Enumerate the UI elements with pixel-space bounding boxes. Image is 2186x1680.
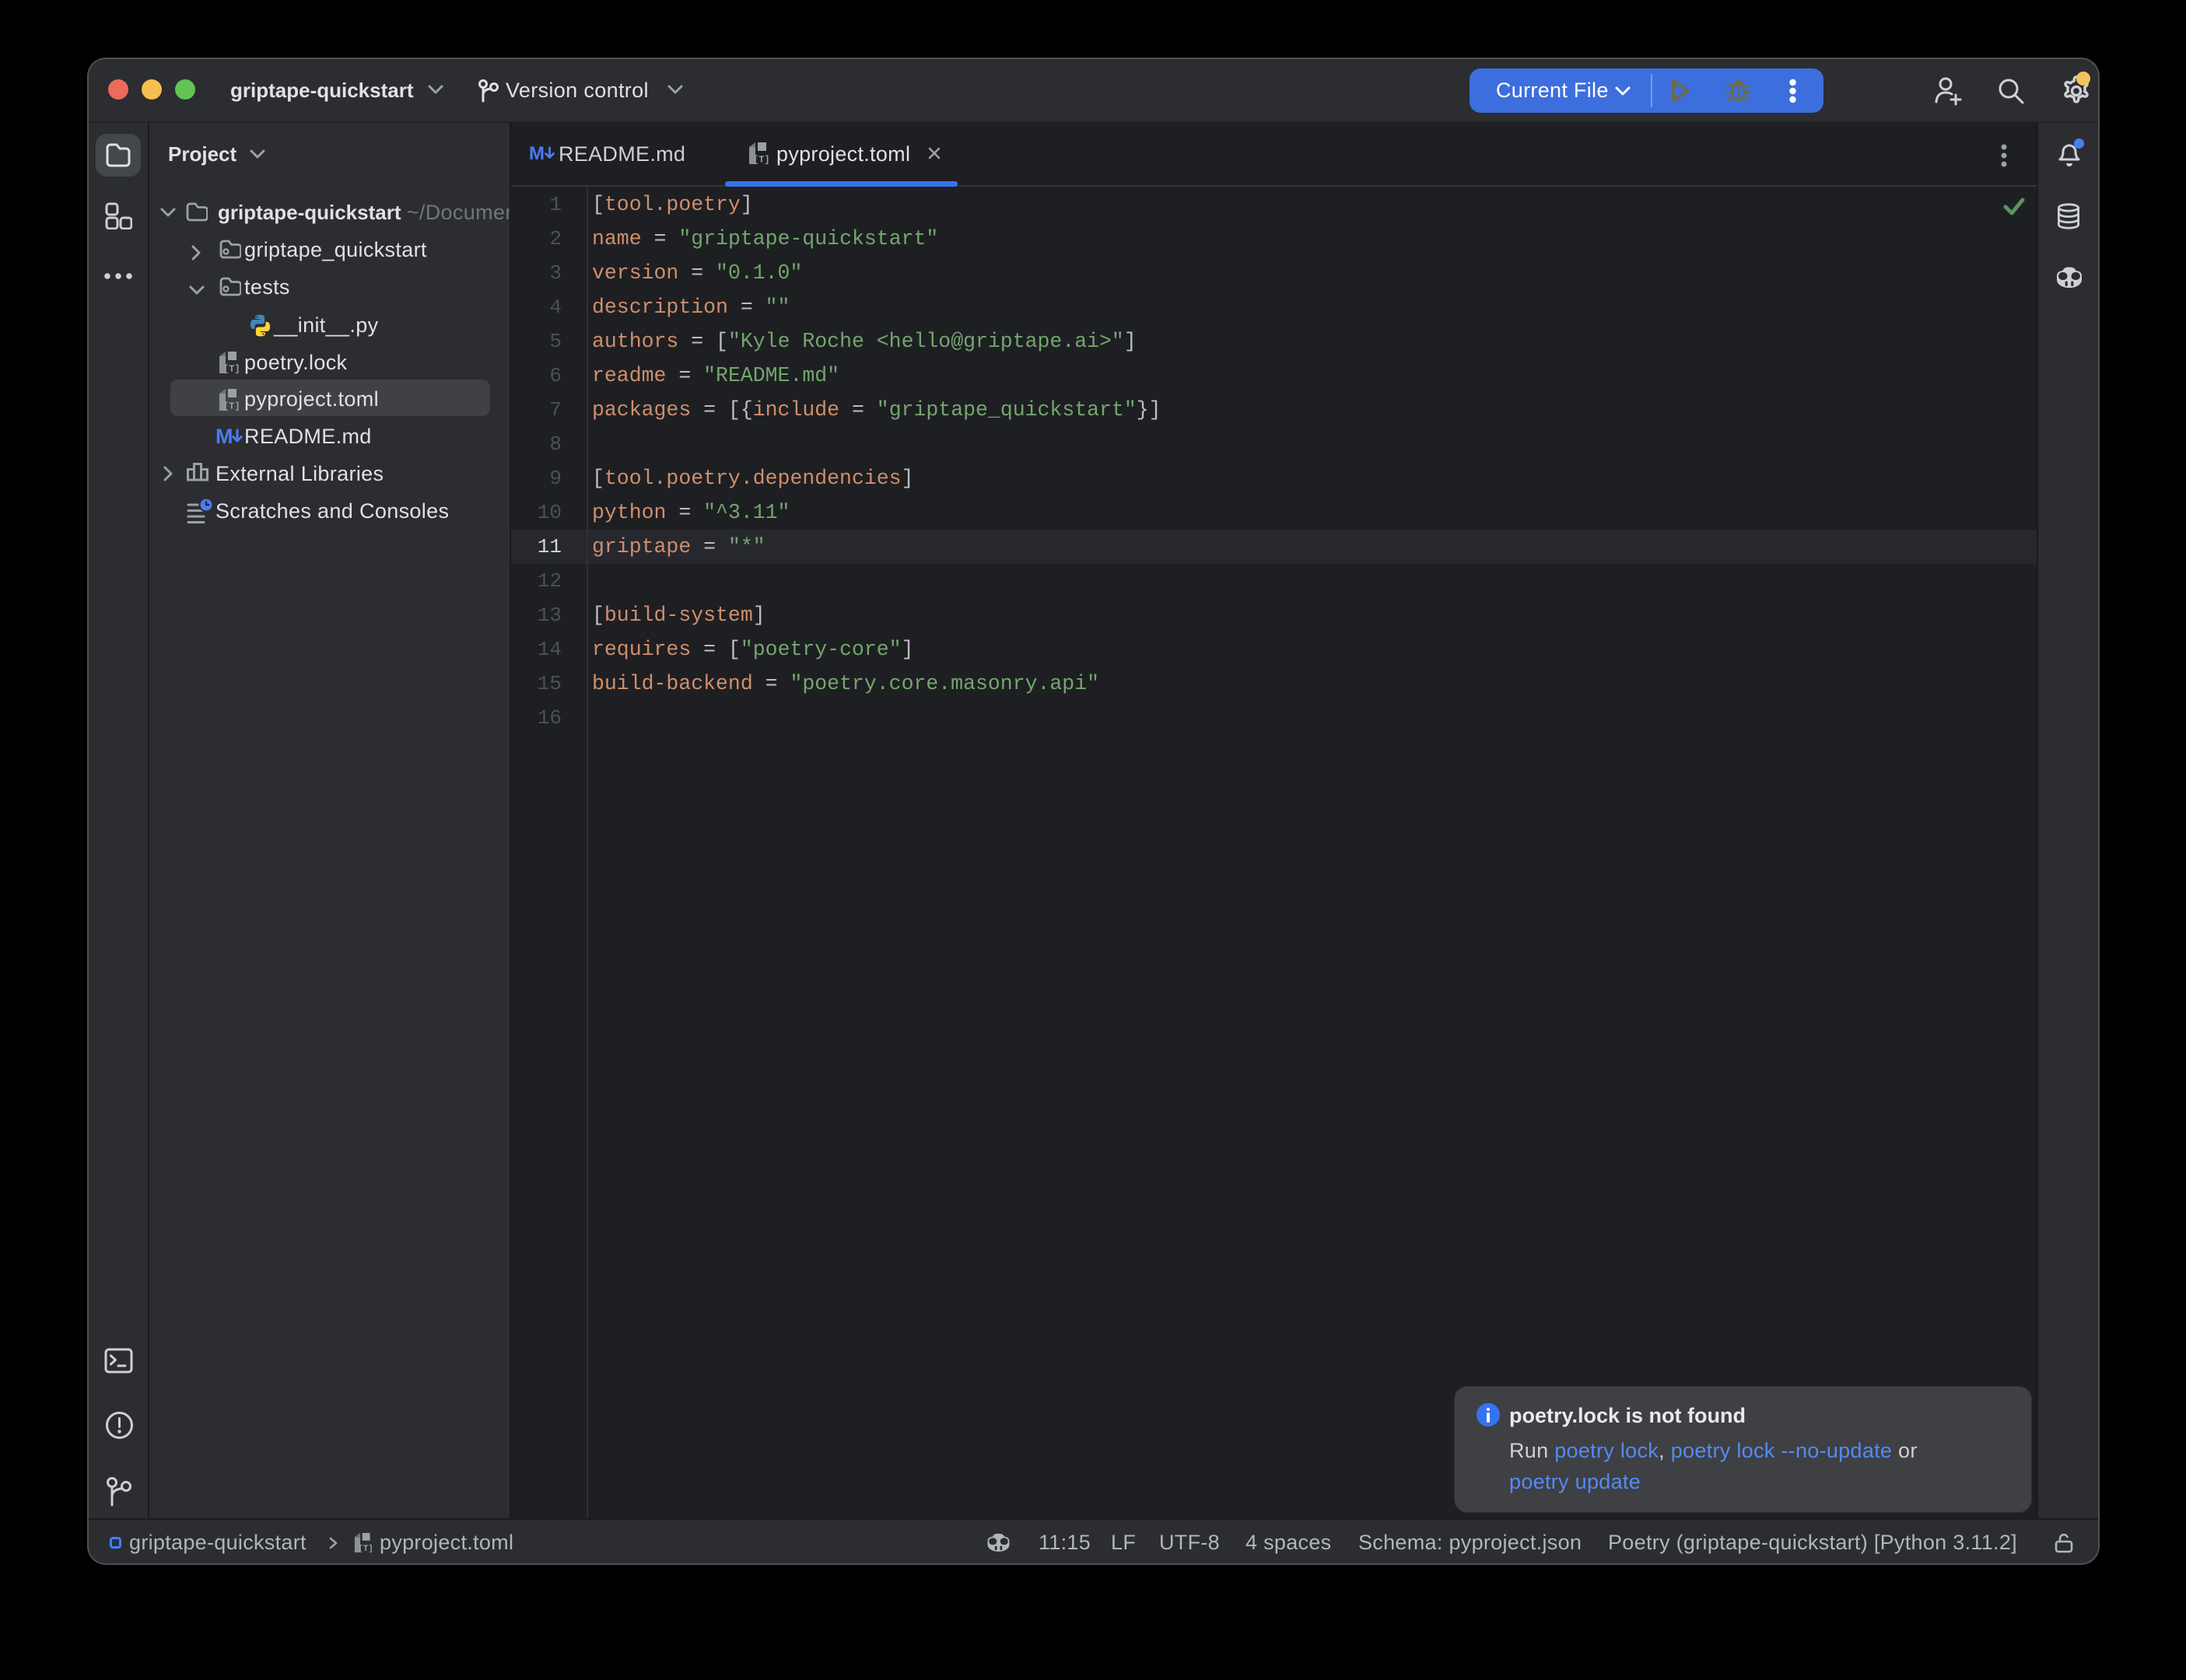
svg-text:[T]: [T] xyxy=(223,364,240,374)
svg-text:[T]: [T] xyxy=(358,1545,373,1552)
svg-text:[T]: [T] xyxy=(223,401,240,411)
svg-text:[T]: [T] xyxy=(753,155,770,165)
